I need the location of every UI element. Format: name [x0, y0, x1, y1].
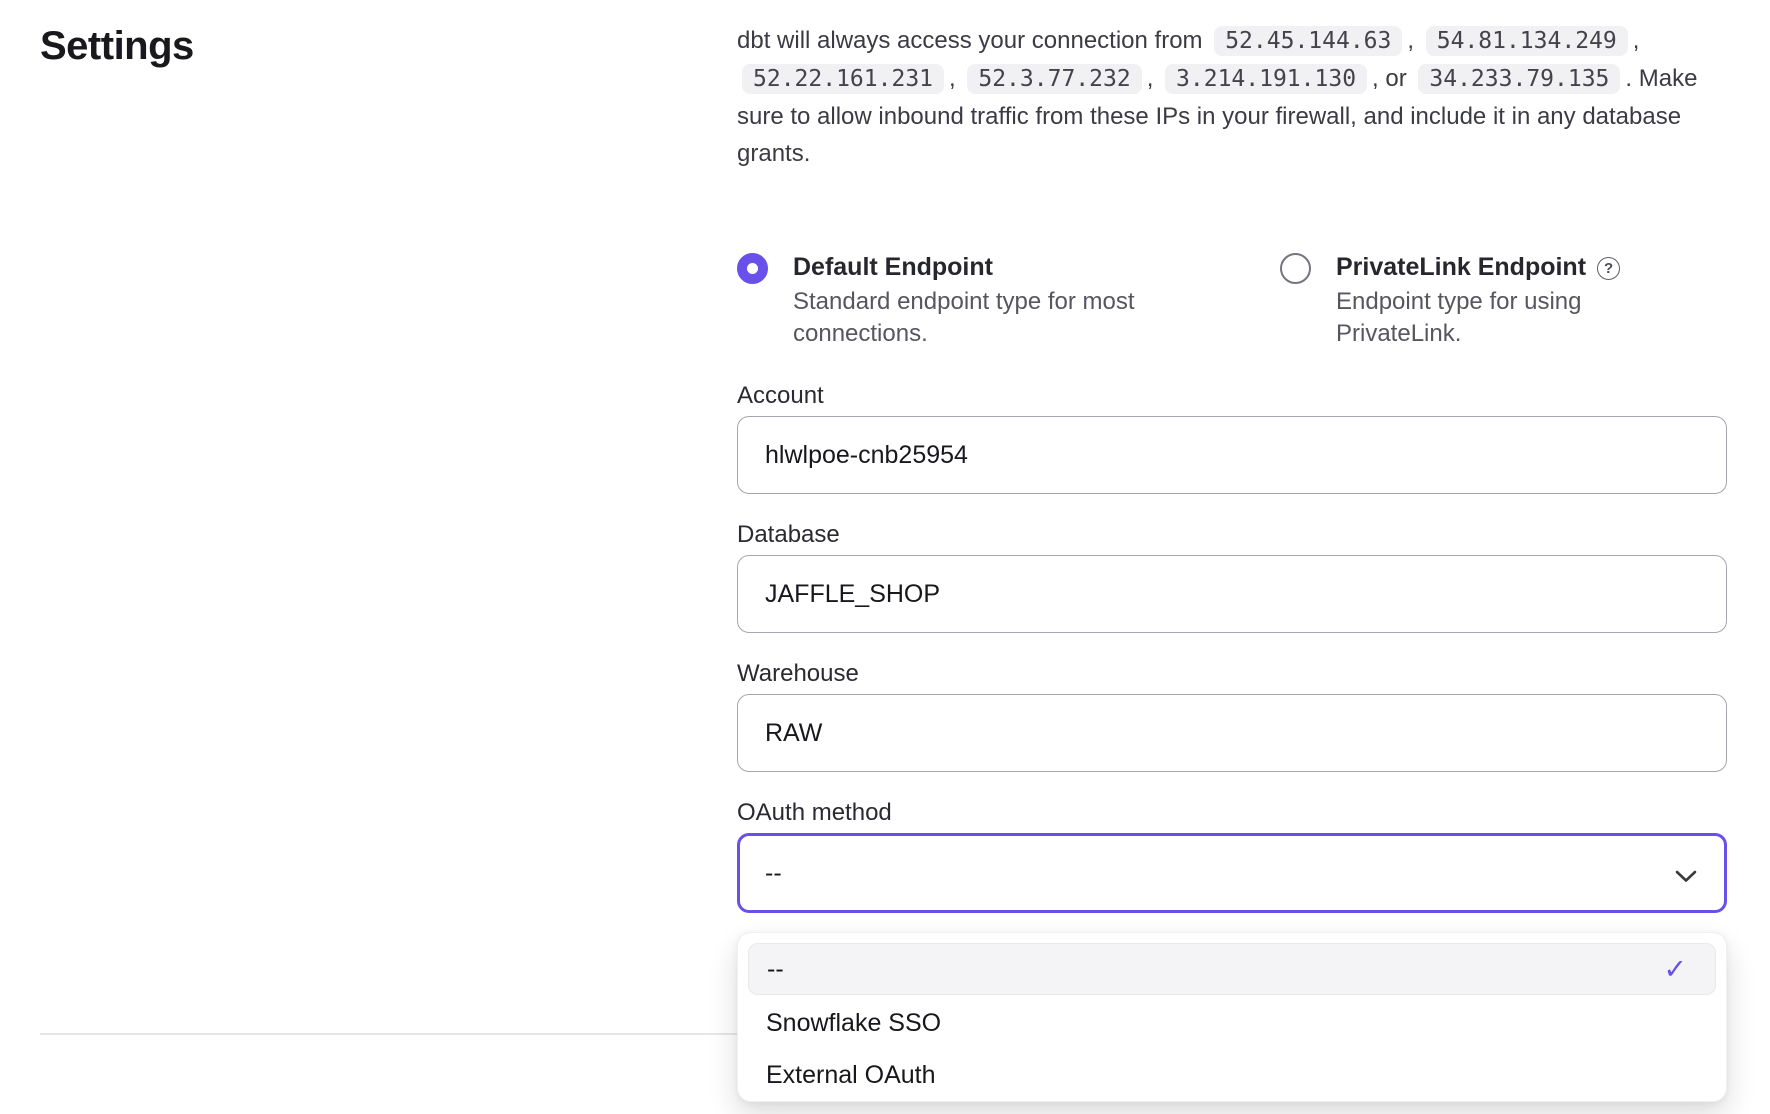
check-icon: ✓ — [1664, 953, 1687, 986]
dropdown-option-snowflake-sso[interactable]: Snowflake SSO — [748, 997, 1716, 1049]
database-field-group: Database — [737, 520, 1727, 633]
oauth-method-select[interactable]: -- — [737, 833, 1727, 913]
account-input[interactable] — [737, 416, 1727, 494]
radio-default-endpoint-label: Default Endpoint — [793, 251, 1173, 283]
page-title: Settings — [40, 24, 194, 69]
ip-address-chip: 3.214.191.130 — [1165, 64, 1367, 94]
warehouse-label: Warehouse — [737, 659, 1727, 689]
warehouse-field-group: Warehouse — [737, 659, 1727, 772]
ip-address-chip: 52.3.77.232 — [967, 64, 1141, 94]
connection-settings-page: Settings dbt will always access your con… — [0, 0, 1770, 1114]
help-icon[interactable]: ? — [1597, 257, 1620, 280]
database-input[interactable] — [737, 555, 1727, 633]
radio-unselected-icon[interactable] — [1280, 253, 1311, 284]
oauth-method-selected-value: -- — [765, 859, 782, 888]
ip-address-chip: 52.22.161.231 — [742, 64, 944, 94]
radio-selected-icon[interactable] — [737, 253, 768, 284]
chevron-down-icon[interactable] — [1674, 868, 1698, 889]
account-field-group: Account — [737, 381, 1727, 494]
dropdown-option-none[interactable]: -- ✓ — [748, 943, 1716, 995]
account-label: Account — [737, 381, 1727, 411]
radio-default-endpoint[interactable]: Default Endpoint Standard endpoint type … — [737, 251, 1277, 350]
warehouse-input[interactable] — [737, 694, 1727, 772]
oauth-method-field-group: OAuth method -- — [737, 798, 1727, 913]
ip-allowlist-notice: dbt will always access your connection f… — [737, 22, 1699, 172]
ip-address-chip: 34.233.79.135 — [1418, 64, 1620, 94]
radio-privatelink-endpoint-description: Endpoint type for using PrivateLink. — [1336, 286, 1626, 350]
radio-privatelink-endpoint-label: PrivateLink Endpoint? — [1336, 251, 1626, 283]
database-label: Database — [737, 520, 1727, 550]
dropdown-option-external-oauth[interactable]: External OAuth — [748, 1049, 1716, 1101]
oauth-method-label: OAuth method — [737, 798, 1727, 828]
ip-address-chip: 52.45.144.63 — [1214, 26, 1402, 56]
ip-address-chip: 54.81.134.249 — [1426, 26, 1628, 56]
oauth-method-dropdown-menu: -- ✓ Snowflake SSO External OAuth — [737, 932, 1727, 1102]
radio-privatelink-endpoint[interactable]: PrivateLink Endpoint? Endpoint type for … — [1280, 251, 1720, 350]
radio-default-endpoint-description: Standard endpoint type for most connecti… — [793, 286, 1173, 350]
